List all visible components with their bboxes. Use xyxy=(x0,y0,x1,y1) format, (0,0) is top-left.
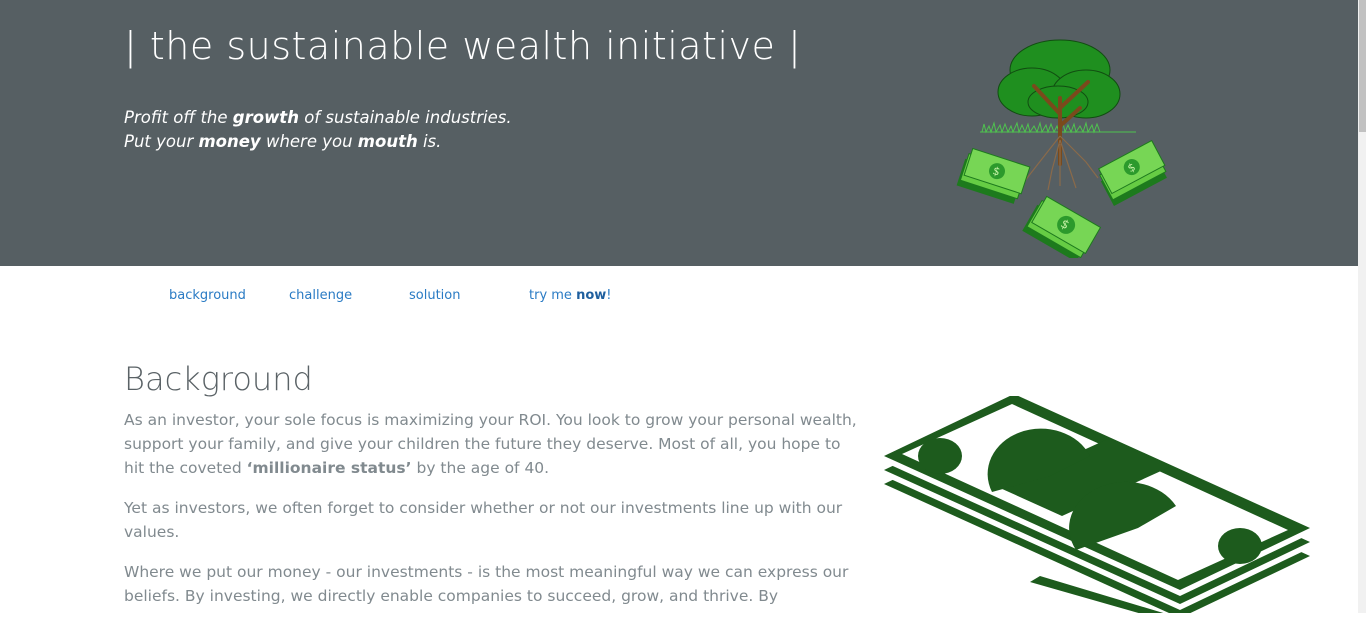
hero-banner: | the sustainable wealth initiative | Pr… xyxy=(0,0,1358,266)
nav-link-challenge[interactable]: challenge xyxy=(289,288,352,303)
tree-money-logo-icon: $ $ $ xyxy=(956,39,1167,258)
background-paragraph-2: Yet as investors, we often forget to con… xyxy=(124,499,843,541)
money-stack-illustration-icon xyxy=(884,396,1310,613)
background-heading: Background xyxy=(124,360,313,398)
background-paragraph-1: As an investor, your sole focus is maxim… xyxy=(124,411,857,477)
nav-link-solution[interactable]: solution xyxy=(409,288,460,303)
nav-link-try-me-now[interactable]: try me now! xyxy=(529,288,611,303)
background-paragraph-3: Where we put our money - our investments… xyxy=(124,563,849,605)
site-title: | the sustainable wealth initiative | xyxy=(124,24,802,68)
background-copy: As an investor, your sole focus is maxim… xyxy=(124,408,862,624)
scrollbar-thumb[interactable] xyxy=(1359,0,1366,132)
tagline-line-2: Put your money where you mouth is. xyxy=(124,132,442,151)
nav-link-background[interactable]: background xyxy=(169,288,246,303)
tagline-line-1: Profit off the growth of sustainable ind… xyxy=(124,108,512,127)
tagline: Profit off the growth of sustainable ind… xyxy=(124,106,512,154)
